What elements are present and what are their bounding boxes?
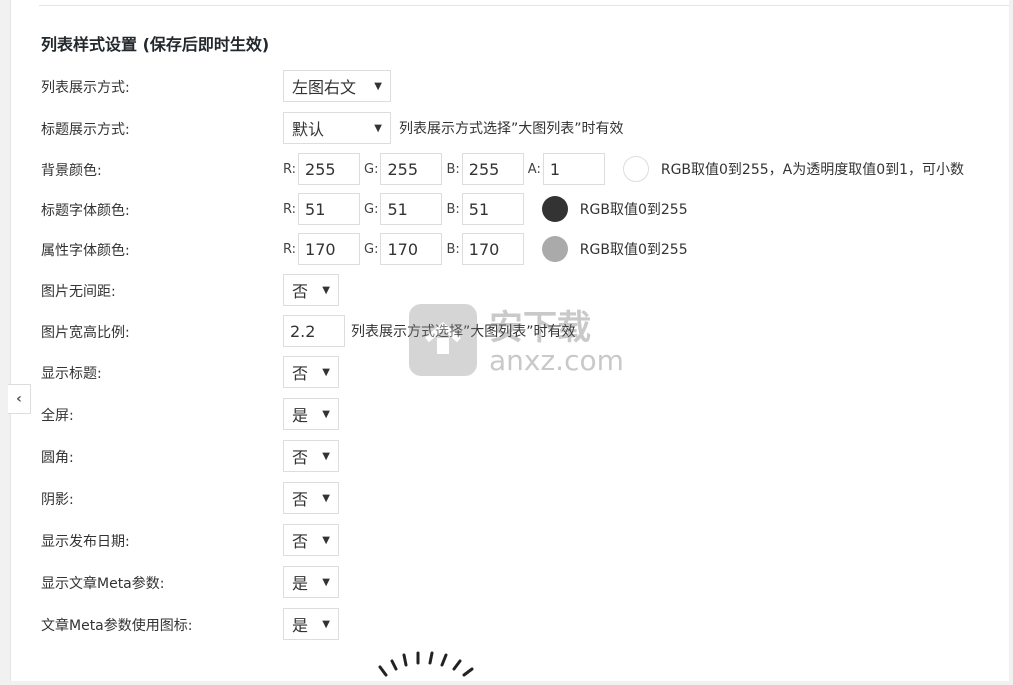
g-label: G: (364, 201, 379, 217)
chevron-left-icon[interactable]: ‹ (8, 384, 31, 414)
caret-down-icon: ▼ (322, 618, 330, 630)
row-title-display: 标题展示方式: 默认 ▼ 列表展示方式选择”大图列表”时有效 (41, 111, 1001, 145)
caret-down-icon: ▼ (322, 284, 330, 296)
fullscreen-select[interactable]: 是 ▼ (283, 398, 339, 430)
row-aspect-ratio: 图片宽高比例: 2.2 列表展示方式选择”大图列表”时有效 (41, 314, 1001, 348)
attr-r-input[interactable]: 170 (298, 233, 361, 265)
row-label: 圆角: (41, 450, 74, 466)
caret-down-icon: ▼ (374, 80, 382, 92)
hint-text: RGB取值0到255 (579, 202, 688, 218)
loading-spinner-icon (366, 645, 506, 685)
row-show-meta: 显示文章Meta参数: 是 ▼ (41, 565, 1001, 599)
bg-b-input[interactable]: 255 (461, 153, 524, 185)
row-label: 标题字体颜色: (41, 203, 130, 219)
show-title-select[interactable]: 否 ▼ (283, 356, 339, 388)
caret-down-icon: ▼ (322, 366, 330, 378)
shadow-select[interactable]: 否 ▼ (283, 482, 339, 514)
row-label: 全屏: (41, 408, 74, 424)
row-label: 图片无间距: (41, 284, 116, 300)
rounded-select[interactable]: 否 ▼ (283, 440, 339, 472)
bg-a-input[interactable]: 1 (542, 153, 605, 185)
row-no-gap: 图片无间距: 否 ▼ (41, 273, 1001, 307)
select-value: 默认 (292, 120, 325, 139)
caret-down-icon: ▼ (322, 450, 330, 462)
settings-panel: 列表样式设置 (保存后即时生效) 列表展示方式: 左图右文 ▼ 标题展示方式: … (10, 0, 1009, 681)
caret-down-icon: ▼ (374, 122, 382, 134)
select-value: 否 (292, 532, 309, 551)
row-show-date: 显示发布日期: 否 ▼ (41, 523, 1001, 557)
row-label: 背景颜色: (41, 163, 102, 179)
no-gap-select[interactable]: 否 ▼ (283, 274, 339, 306)
title-display-select[interactable]: 默认 ▼ (283, 112, 391, 144)
g-label: G: (364, 161, 379, 177)
show-date-select[interactable]: 否 ▼ (283, 524, 339, 556)
row-label: 显示标题: (41, 366, 102, 382)
row-label: 标题展示方式: (41, 122, 130, 138)
row-label: 属性字体颜色: (41, 243, 130, 259)
left-gutter (0, 0, 10, 681)
r-label: R: (283, 161, 297, 177)
select-value: 是 (292, 616, 309, 635)
row-label: 文章Meta参数使用图标: (41, 618, 193, 634)
r-label: R: (283, 241, 297, 257)
attr-b-input[interactable]: 170 (461, 233, 524, 265)
aspect-ratio-input[interactable]: 2.2 (283, 315, 345, 347)
divider (39, 5, 1009, 6)
caret-down-icon: ▼ (322, 534, 330, 546)
row-label: 列表展示方式: (41, 80, 130, 96)
row-shadow: 阴影: 否 ▼ (41, 481, 1001, 515)
select-value: 否 (292, 490, 309, 509)
row-fullscreen: 全屏: 是 ▼ (41, 397, 1001, 431)
r-label: R: (283, 201, 297, 217)
hint-text: 列表展示方式选择”大图列表”时有效 (351, 324, 576, 340)
row-list-display: 列表展示方式: 左图右文 ▼ (41, 69, 1001, 103)
row-meta-icons: 文章Meta参数使用图标: 是 ▼ (41, 607, 1001, 641)
select-value: 否 (292, 448, 309, 467)
attr-color-swatch (541, 236, 568, 262)
title-r-input[interactable]: 51 (298, 193, 361, 225)
select-value: 左图右文 (292, 78, 357, 97)
select-value: 是 (292, 406, 309, 425)
row-title-font-color: 标题字体颜色: R: 51 G: 51 B: 51 RGB取值0到255 (41, 192, 1001, 226)
caret-down-icon: ▼ (322, 408, 330, 420)
row-label: 图片宽高比例: (41, 325, 130, 341)
hint-text: 列表展示方式选择”大图列表”时有效 (399, 121, 624, 137)
list-display-select[interactable]: 左图右文 ▼ (283, 70, 391, 102)
row-attr-font-color: 属性字体颜色: R: 170 G: 170 B: 170 RGB取值0到255 (41, 232, 1001, 266)
select-value: 是 (292, 574, 309, 593)
row-bg-color: 背景颜色: R: 255 G: 255 B: 255 A: 1 RGB取值0到2… (41, 152, 1001, 186)
title-g-input[interactable]: 51 (380, 193, 443, 225)
row-label: 阴影: (41, 492, 74, 508)
select-value: 否 (292, 364, 309, 383)
row-label: 显示文章Meta参数: (41, 576, 165, 592)
row-show-title: 显示标题: 否 ▼ (41, 355, 1001, 389)
a-label: A: (527, 161, 541, 177)
title-b-input[interactable]: 51 (461, 193, 524, 225)
attr-g-input[interactable]: 170 (380, 233, 443, 265)
select-value: 否 (292, 282, 309, 301)
b-label: B: (446, 161, 460, 177)
b-label: B: (446, 241, 460, 257)
bg-g-input[interactable]: 255 (380, 153, 443, 185)
section-title: 列表样式设置 (保存后即时生效) (41, 35, 270, 54)
title-color-swatch (541, 196, 568, 222)
hint-text: RGB取值0到255，A为透明度取值0到1，可小数 (660, 162, 965, 178)
b-label: B: (446, 201, 460, 217)
meta-icons-select[interactable]: 是 ▼ (283, 608, 339, 640)
show-meta-select[interactable]: 是 ▼ (283, 566, 339, 598)
hint-text: RGB取值0到255 (579, 242, 688, 258)
caret-down-icon: ▼ (322, 576, 330, 588)
caret-down-icon: ▼ (322, 492, 330, 504)
bg-color-swatch (622, 156, 649, 182)
bg-r-input[interactable]: 255 (298, 153, 361, 185)
row-rounded: 圆角: 否 ▼ (41, 439, 1001, 473)
g-label: G: (364, 241, 379, 257)
row-label: 显示发布日期: (41, 534, 130, 550)
